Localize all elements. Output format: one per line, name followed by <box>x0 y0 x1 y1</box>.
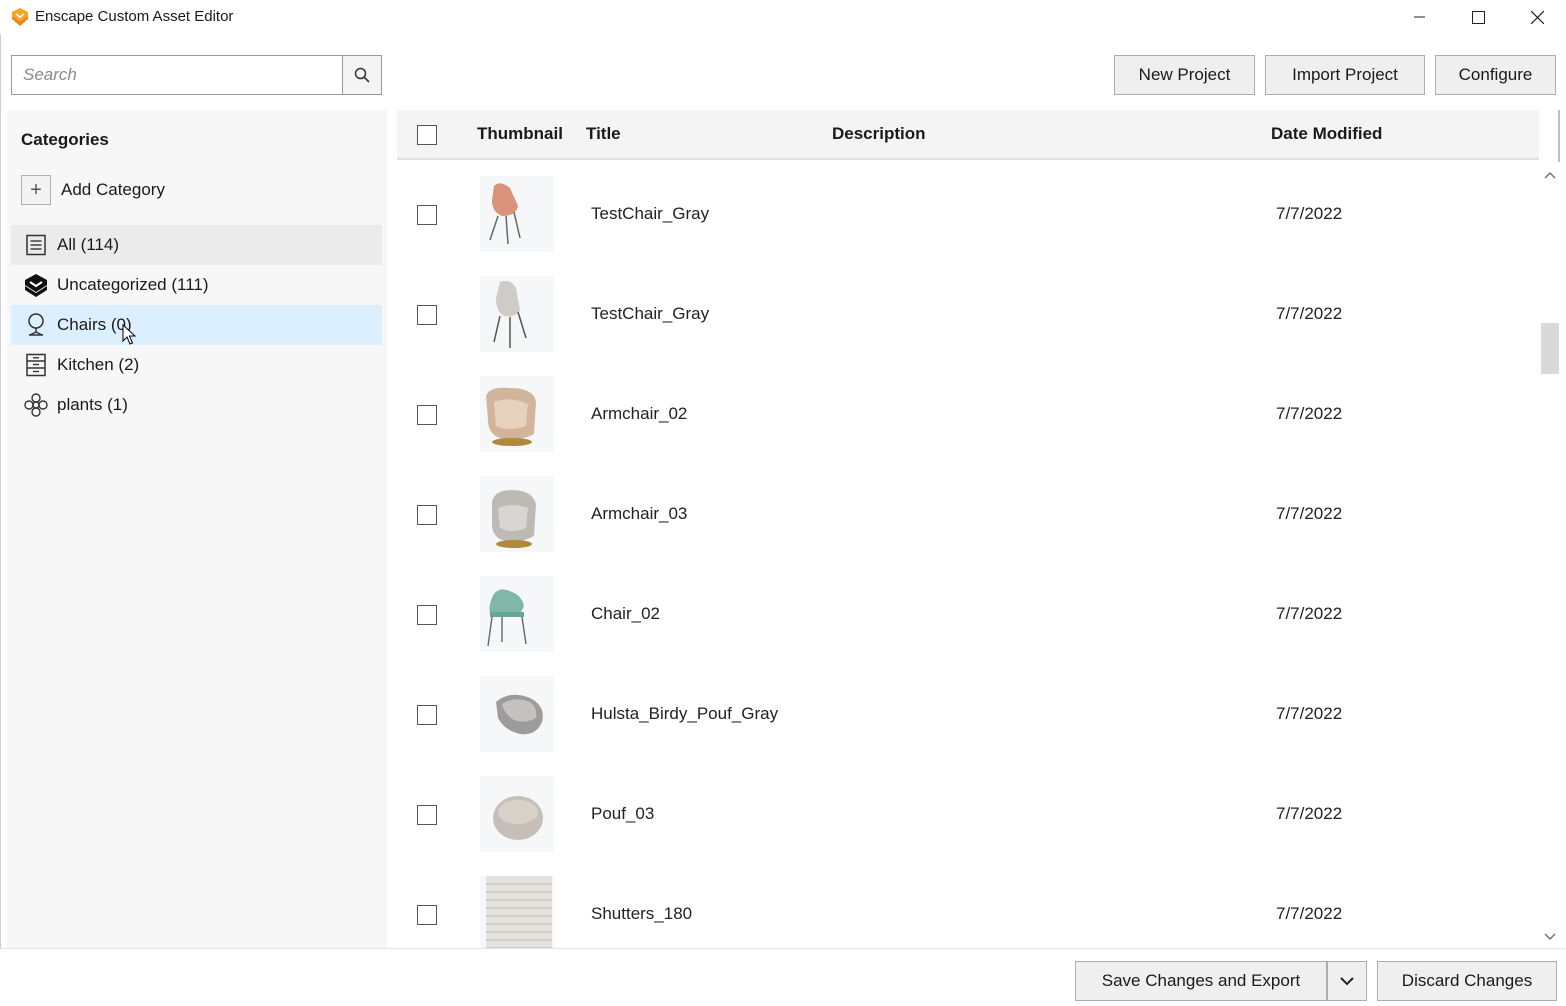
minimize-button[interactable] <box>1391 0 1449 34</box>
table-row[interactable]: TestChair_Gray 7/7/2022 <box>397 164 1537 264</box>
thumbnail-image <box>480 476 554 552</box>
column-header-date-modified[interactable]: Date Modified <box>1271 124 1382 144</box>
search-input[interactable] <box>12 56 342 94</box>
column-header-title[interactable]: Title <box>586 124 621 144</box>
category-label: Chairs (0) <box>57 315 132 334</box>
row-checkbox[interactable] <box>417 505 437 525</box>
thumbnail-image <box>480 876 554 948</box>
category-label: Uncategorized (111) <box>57 275 209 294</box>
window-title: Enscape Custom Asset Editor <box>35 8 234 25</box>
title-bar: Enscape Custom Asset Editor <box>0 0 1566 34</box>
scroll-up-arrow-icon[interactable] <box>1544 171 1556 179</box>
list-icon <box>23 232 49 258</box>
maximize-button[interactable] <box>1449 0 1507 34</box>
enscape-logo-icon <box>12 8 28 26</box>
row-title: Armchair_03 <box>591 504 688 523</box>
import-project-button[interactable]: Import Project <box>1265 55 1425 95</box>
thumbnail-image <box>480 176 554 252</box>
row-title: Shutters_180 <box>591 904 693 923</box>
category-item-plants[interactable]: plants (1) <box>11 385 382 425</box>
plus-icon: + <box>21 175 51 205</box>
row-checkbox[interactable] <box>417 805 437 825</box>
add-category-button[interactable]: + Add Category <box>21 175 165 205</box>
categories-sidebar: Categories + Add Category All (114) Unca… <box>7 110 387 948</box>
row-checkbox[interactable] <box>417 305 437 325</box>
maximize-icon <box>1471 10 1485 24</box>
table-row[interactable]: Pouf_03 7/7/2022 <box>397 764 1537 864</box>
row-title: Chair_02 <box>591 604 660 623</box>
category-item-chairs[interactable]: Chairs (0) <box>11 305 382 345</box>
table-body: TestChair_Gray 7/7/2022 TestChair_Gray 7… <box>397 164 1537 948</box>
close-icon <box>1530 10 1544 24</box>
configure-button[interactable]: Configure <box>1435 55 1556 95</box>
column-header-description[interactable]: Description <box>832 124 926 144</box>
thumbnail-image <box>480 776 554 852</box>
new-project-button[interactable]: New Project <box>1114 55 1255 95</box>
flower-icon <box>23 392 49 418</box>
search-field[interactable] <box>11 55 343 95</box>
row-title: Hulsta_Birdy_Pouf_Gray <box>591 704 779 723</box>
chair-icon <box>23 312 49 338</box>
categories-title: Categories <box>21 130 109 149</box>
scrollbar-thumb[interactable] <box>1541 323 1559 374</box>
row-date: 7/7/2022 <box>1276 704 1343 723</box>
row-date: 7/7/2022 <box>1276 304 1343 323</box>
row-checkbox[interactable] <box>417 405 437 425</box>
asset-table: Thumbnail Title Description Date Modifie… <box>397 110 1566 948</box>
save-options-dropdown-button[interactable] <box>1327 961 1367 1001</box>
select-all-checkbox[interactable] <box>417 125 437 145</box>
category-item-uncategorized[interactable]: Uncategorized (111) <box>11 265 382 305</box>
category-label: plants (1) <box>57 395 128 414</box>
mouse-cursor-icon <box>122 324 136 345</box>
category-list: All (114) Uncategorized (111) Chairs (0)… <box>11 225 382 425</box>
row-date: 7/7/2022 <box>1276 404 1343 423</box>
row-title: TestChair_Gray <box>591 304 710 323</box>
row-checkbox[interactable] <box>417 705 437 725</box>
row-date: 7/7/2022 <box>1276 804 1343 823</box>
row-title: Pouf_03 <box>591 804 655 823</box>
category-item-kitchen[interactable]: Kitchen (2) <box>11 345 382 385</box>
row-date: 7/7/2022 <box>1276 204 1343 223</box>
thumbnail-image <box>480 576 554 652</box>
footer-bar: Save Changes and Export Discard Changes <box>0 948 1566 1006</box>
chevron-down-icon <box>1340 976 1354 985</box>
table-row[interactable]: Chair_02 7/7/2022 <box>397 564 1537 664</box>
header-divider <box>1558 110 1560 162</box>
row-checkbox[interactable] <box>417 605 437 625</box>
add-category-label: Add Category <box>61 180 165 199</box>
row-checkbox[interactable] <box>417 905 437 925</box>
thumbnail-image <box>480 276 554 352</box>
search-icon <box>354 67 370 83</box>
close-button[interactable] <box>1508 0 1566 34</box>
save-changes-and-export-button[interactable]: Save Changes and Export <box>1075 961 1327 1001</box>
thumbnail-image <box>480 376 554 452</box>
row-date: 7/7/2022 <box>1276 604 1343 623</box>
row-checkbox[interactable] <box>417 205 437 225</box>
table-row[interactable]: Armchair_03 7/7/2022 <box>397 464 1537 564</box>
minimize-icon <box>1414 16 1425 18</box>
category-item-all[interactable]: All (114) <box>11 225 382 265</box>
table-row[interactable]: Armchair_02 7/7/2022 <box>397 364 1537 464</box>
table-header: Thumbnail Title Description Date Modifie… <box>397 110 1539 160</box>
kitchen-icon <box>23 352 49 378</box>
table-row[interactable]: TestChair_Gray 7/7/2022 <box>397 264 1537 364</box>
enscape-logo-icon <box>23 272 49 298</box>
row-date: 7/7/2022 <box>1276 504 1343 523</box>
scroll-down-arrow-icon[interactable] <box>1544 933 1556 941</box>
category-label: Kitchen (2) <box>57 355 140 374</box>
row-title: Armchair_02 <box>591 404 688 423</box>
vertical-scrollbar[interactable] <box>1538 165 1562 948</box>
search-button[interactable] <box>342 55 382 95</box>
category-label: All (114) <box>57 235 120 254</box>
table-row[interactable]: Hulsta_Birdy_Pouf_Gray 7/7/2022 <box>397 664 1537 764</box>
table-row[interactable]: Shutters_180 7/7/2022 <box>397 864 1537 948</box>
row-title: TestChair_Gray <box>591 204 710 223</box>
thumbnail-image <box>480 676 554 752</box>
column-header-thumbnail[interactable]: Thumbnail <box>477 124 563 144</box>
row-date: 7/7/2022 <box>1276 904 1343 923</box>
discard-changes-button[interactable]: Discard Changes <box>1377 961 1557 1001</box>
